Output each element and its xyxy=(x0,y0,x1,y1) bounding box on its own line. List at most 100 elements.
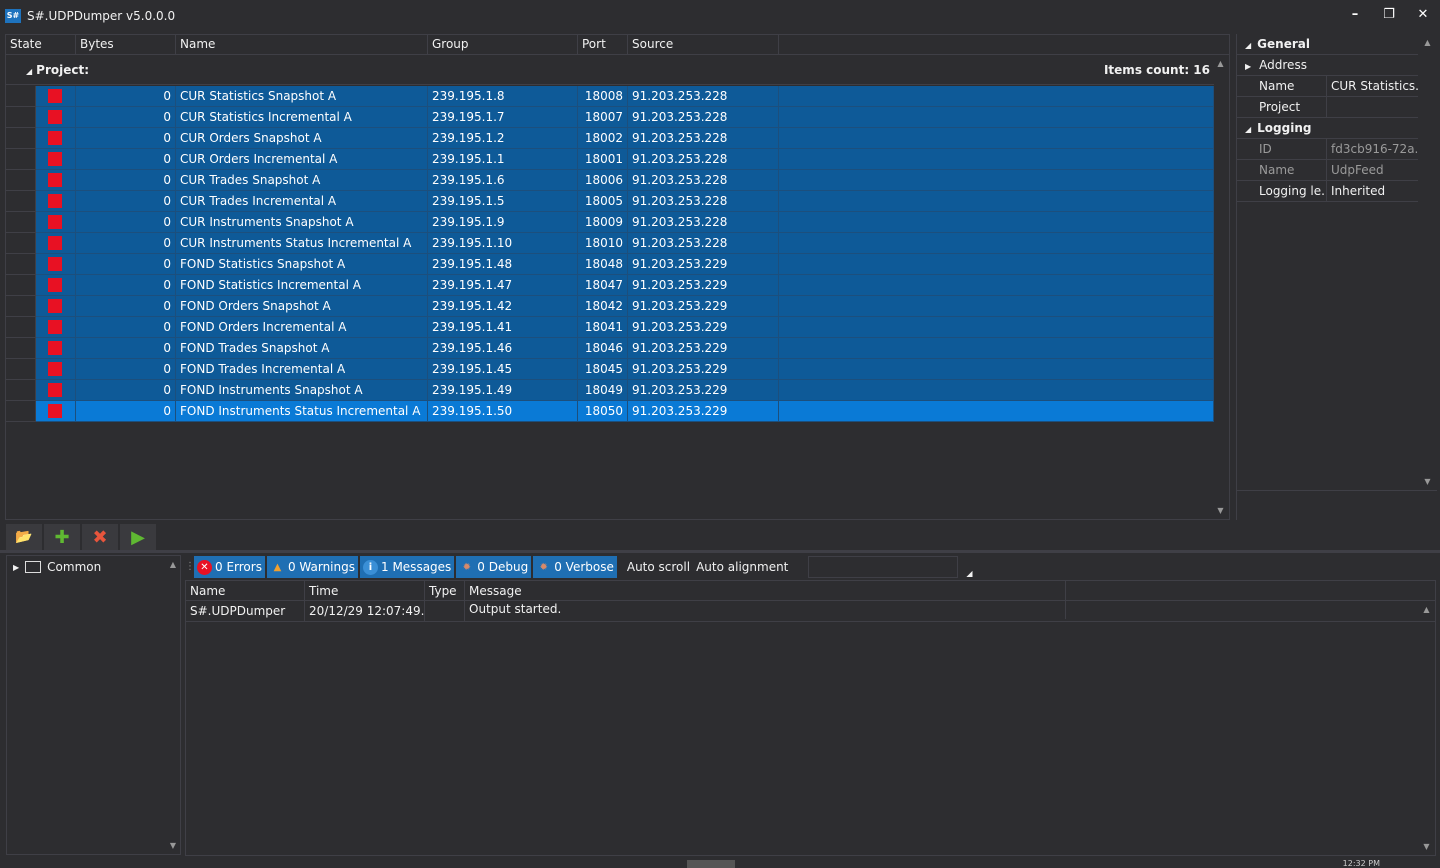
column-header-state[interactable]: State xyxy=(6,35,76,55)
row-indicator xyxy=(6,401,36,422)
property-row[interactable]: Project xyxy=(1237,96,1418,118)
auto-scroll-toggle[interactable]: Auto scroll xyxy=(627,560,690,574)
remove-button[interactable]: ✖ xyxy=(82,524,118,550)
port-cell: 18008 xyxy=(578,86,628,107)
debug-filter-button[interactable]: ✹ 0 Debug xyxy=(456,556,532,578)
property-key: Logging le... xyxy=(1237,180,1327,202)
property-category[interactable]: ◢ General xyxy=(1237,34,1418,55)
tree-item-common[interactable]: ▶ Common xyxy=(7,556,167,578)
column-header-bytes[interactable]: Bytes xyxy=(76,35,176,55)
table-row[interactable]: 0 FOND Instruments Status Incremental A 23… xyxy=(6,401,1214,422)
collapse-icon[interactable]: ◢ xyxy=(26,67,32,76)
table-row[interactable]: 0 FOND Trades Snapshot A 239.195.1.46 18046… xyxy=(6,338,1214,359)
log-sources-tree[interactable]: ▶ Common ▲ ▼ xyxy=(6,555,181,855)
scroll-down-icon[interactable]: ▼ xyxy=(1424,477,1430,486)
log-column-time[interactable]: Time xyxy=(305,581,425,601)
log-search-input[interactable] xyxy=(808,556,959,578)
table-row[interactable]: 0 CUR Trades Incremental A 239.195.1.5 1800… xyxy=(6,191,1214,212)
close-icon[interactable]: ✕ xyxy=(1406,0,1440,28)
bytes-cell: 0 xyxy=(76,149,176,170)
expand-icon[interactable]: ▶ xyxy=(1245,62,1251,71)
table-row[interactable]: 0 CUR Orders Snapshot A 239.195.1.2 18002 91… xyxy=(6,128,1214,149)
empty-cell xyxy=(779,149,1214,170)
table-row[interactable]: 0 CUR Statistics Snapshot A 239.195.1.8 180… xyxy=(6,86,1214,107)
scroll-down-icon[interactable]: ▼ xyxy=(1423,842,1429,851)
column-header-port[interactable]: Port xyxy=(578,35,628,55)
minimize-icon[interactable]: – xyxy=(1338,0,1372,28)
expand-icon[interactable]: ▶ xyxy=(13,563,19,572)
bytes-cell: 0 xyxy=(76,191,176,212)
column-header-name[interactable]: Name xyxy=(176,35,428,55)
grid-scrollbar[interactable]: ▲ ▼ xyxy=(1212,55,1229,519)
scroll-up-icon[interactable]: ▲ xyxy=(1217,59,1223,68)
column-header-source[interactable]: Source xyxy=(628,35,779,55)
auto-alignment-toggle[interactable]: Auto alignment xyxy=(696,560,788,574)
table-row[interactable]: 0 FOND Statistics Snapshot A 239.195.1.48 1… xyxy=(6,254,1214,275)
table-row[interactable]: 0 FOND Orders Incremental A 239.195.1.41 18… xyxy=(6,317,1214,338)
empty-cell xyxy=(779,233,1214,254)
tree-scrollbar[interactable]: ▲ ▼ xyxy=(166,556,180,854)
property-value[interactable] xyxy=(1327,55,1418,76)
toolbar-grip[interactable]: ⋮ xyxy=(185,557,195,577)
table-row[interactable]: 0 FOND Orders Snapshot A 239.195.1.42 18042… xyxy=(6,296,1214,317)
table-row[interactable]: 0 CUR Orders Incremental A 239.195.1.1 1800… xyxy=(6,149,1214,170)
table-row[interactable]: 0 CUR Trades Snapshot A 239.195.1.6 18006 91… xyxy=(6,170,1214,191)
row-indicator xyxy=(6,233,36,254)
log-scrollbar[interactable]: ▲ ▼ xyxy=(1418,601,1435,855)
property-scrollbar[interactable]: ▲ ▼ xyxy=(1419,34,1436,490)
scroll-down-icon[interactable]: ▼ xyxy=(1217,506,1223,515)
add-button[interactable]: ✚ xyxy=(44,524,80,550)
column-header-group[interactable]: Group xyxy=(428,35,578,55)
empty-cell xyxy=(779,296,1214,317)
property-value[interactable]: CUR Statistics... xyxy=(1327,76,1418,97)
table-row[interactable]: 0 CUR Instruments Snapshot A 239.195.1.9 18… xyxy=(6,212,1214,233)
table-row[interactable]: 0 FOND Instruments Snapshot A 239.195.1.49… xyxy=(6,380,1214,401)
property-grid[interactable]: ◢ General ▶ Address Name CUR Statistics... Pro… xyxy=(1236,34,1437,520)
collapse-icon[interactable]: ◢ xyxy=(1245,125,1251,134)
channels-grid[interactable]: State Bytes Name Group Port Source ◢ Proj… xyxy=(5,34,1230,520)
row-indicator xyxy=(6,191,36,212)
property-row[interactable]: Name CUR Statistics... xyxy=(1237,75,1418,97)
property-key: ID xyxy=(1237,138,1327,160)
property-category[interactable]: ◢ Logging xyxy=(1237,118,1418,139)
property-row[interactable]: ▶ Address xyxy=(1237,55,1418,76)
panel-splitter[interactable] xyxy=(0,550,1440,553)
verbose-filter-button[interactable]: ✹ 0 Verbose xyxy=(533,556,617,578)
start-button[interactable]: ▶ xyxy=(120,524,156,550)
scroll-down-icon[interactable]: ▼ xyxy=(170,841,176,850)
log-row[interactable]: S#.UDPDumper 20/12/29 12:07:49.... Outpu… xyxy=(186,599,1435,622)
name-cell: CUR Trades Incremental A xyxy=(176,191,428,212)
property-value[interactable]: Inherited xyxy=(1327,181,1418,202)
table-row[interactable]: 0 CUR Instruments Status Incremental A 239… xyxy=(6,233,1214,254)
messages-filter-button[interactable]: i1 Messages xyxy=(360,556,455,578)
scroll-up-icon[interactable]: ▲ xyxy=(1423,605,1429,614)
scroll-up-icon[interactable]: ▲ xyxy=(1424,38,1430,47)
horizontal-scroll-thumb[interactable] xyxy=(687,860,735,868)
warnings-filter-button[interactable]: ▲ 0 Warnings xyxy=(266,556,358,578)
source-cell: 91.203.253.228 xyxy=(628,149,779,170)
table-row[interactable]: 0 FOND Statistics Incremental A 239.195.1.… xyxy=(6,275,1214,296)
property-key: ▶ Address xyxy=(1237,55,1327,76)
property-row[interactable]: Name UdpFeed xyxy=(1237,159,1418,181)
table-row[interactable]: 0 FOND Trades Incremental A 239.195.1.45 18… xyxy=(6,359,1214,380)
table-row[interactable]: 0 CUR Statistics Incremental A 239.195.1.7… xyxy=(6,107,1214,128)
empty-cell xyxy=(779,254,1214,275)
log-column-type[interactable]: Type xyxy=(425,581,465,601)
group-cell: 239.195.1.45 xyxy=(428,359,578,380)
property-value[interactable] xyxy=(1327,97,1418,118)
scroll-up-icon[interactable]: ▲ xyxy=(170,560,176,569)
log-grid[interactable]: Name Time Type Message S#.UDPDumper 20/1… xyxy=(185,580,1436,856)
log-column-name[interactable]: Name xyxy=(186,581,305,601)
property-key-text: Logging le... xyxy=(1259,183,1327,198)
restore-icon[interactable]: ❐ xyxy=(1372,0,1406,28)
property-row[interactable]: Logging le... Inherited xyxy=(1237,180,1418,202)
collapse-icon[interactable]: ◢ xyxy=(1245,41,1251,50)
group-row[interactable]: ◢ Project: Items count: 16 xyxy=(6,55,1214,85)
log-column-message[interactable]: Message xyxy=(465,581,1066,601)
errors-filter-button[interactable]: ✕ 0 Errors xyxy=(194,556,265,578)
property-row[interactable]: ID fd3cb916-72a... xyxy=(1237,138,1418,160)
open-folder-button[interactable]: 📂 xyxy=(6,524,42,550)
state-indicator xyxy=(48,383,62,397)
debug-icon: ✹ xyxy=(462,561,471,573)
resize-grip-icon[interactable]: ◢ xyxy=(966,569,972,578)
